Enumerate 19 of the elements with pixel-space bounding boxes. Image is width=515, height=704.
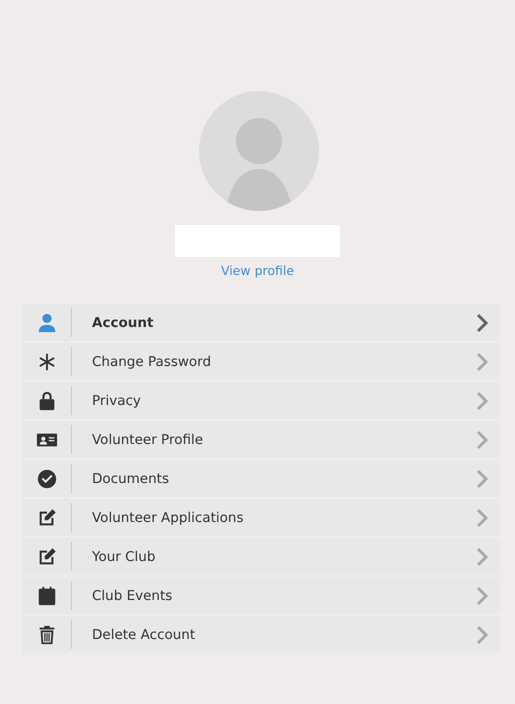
menu-item[interactable]: Volunteer Profile (22, 421, 500, 458)
menu-item[interactable]: Documents (22, 460, 500, 497)
chevron-right-icon (476, 508, 488, 528)
menu-item[interactable]: Your Club (22, 538, 500, 575)
chevron-right-icon (476, 624, 488, 644)
menu-item[interactable]: Account (22, 304, 500, 341)
chevron-right-icon (476, 546, 488, 566)
menu-item[interactable]: Club Events (22, 577, 500, 614)
chevron-right-icon (476, 468, 488, 488)
chevron-right-icon (476, 586, 488, 606)
menu-item[interactable]: Delete Account (22, 616, 500, 653)
avatar-icon (198, 91, 318, 211)
chevron-right-icon (476, 312, 488, 332)
menu-item[interactable]: Volunteer Applications (22, 499, 500, 536)
chevron-right-icon (476, 352, 488, 372)
menu-item[interactable]: Change Password (22, 343, 500, 380)
menu-item[interactable]: Privacy (22, 382, 500, 419)
chevron-right-icon (476, 390, 488, 410)
chevron-right-icon (476, 430, 488, 450)
